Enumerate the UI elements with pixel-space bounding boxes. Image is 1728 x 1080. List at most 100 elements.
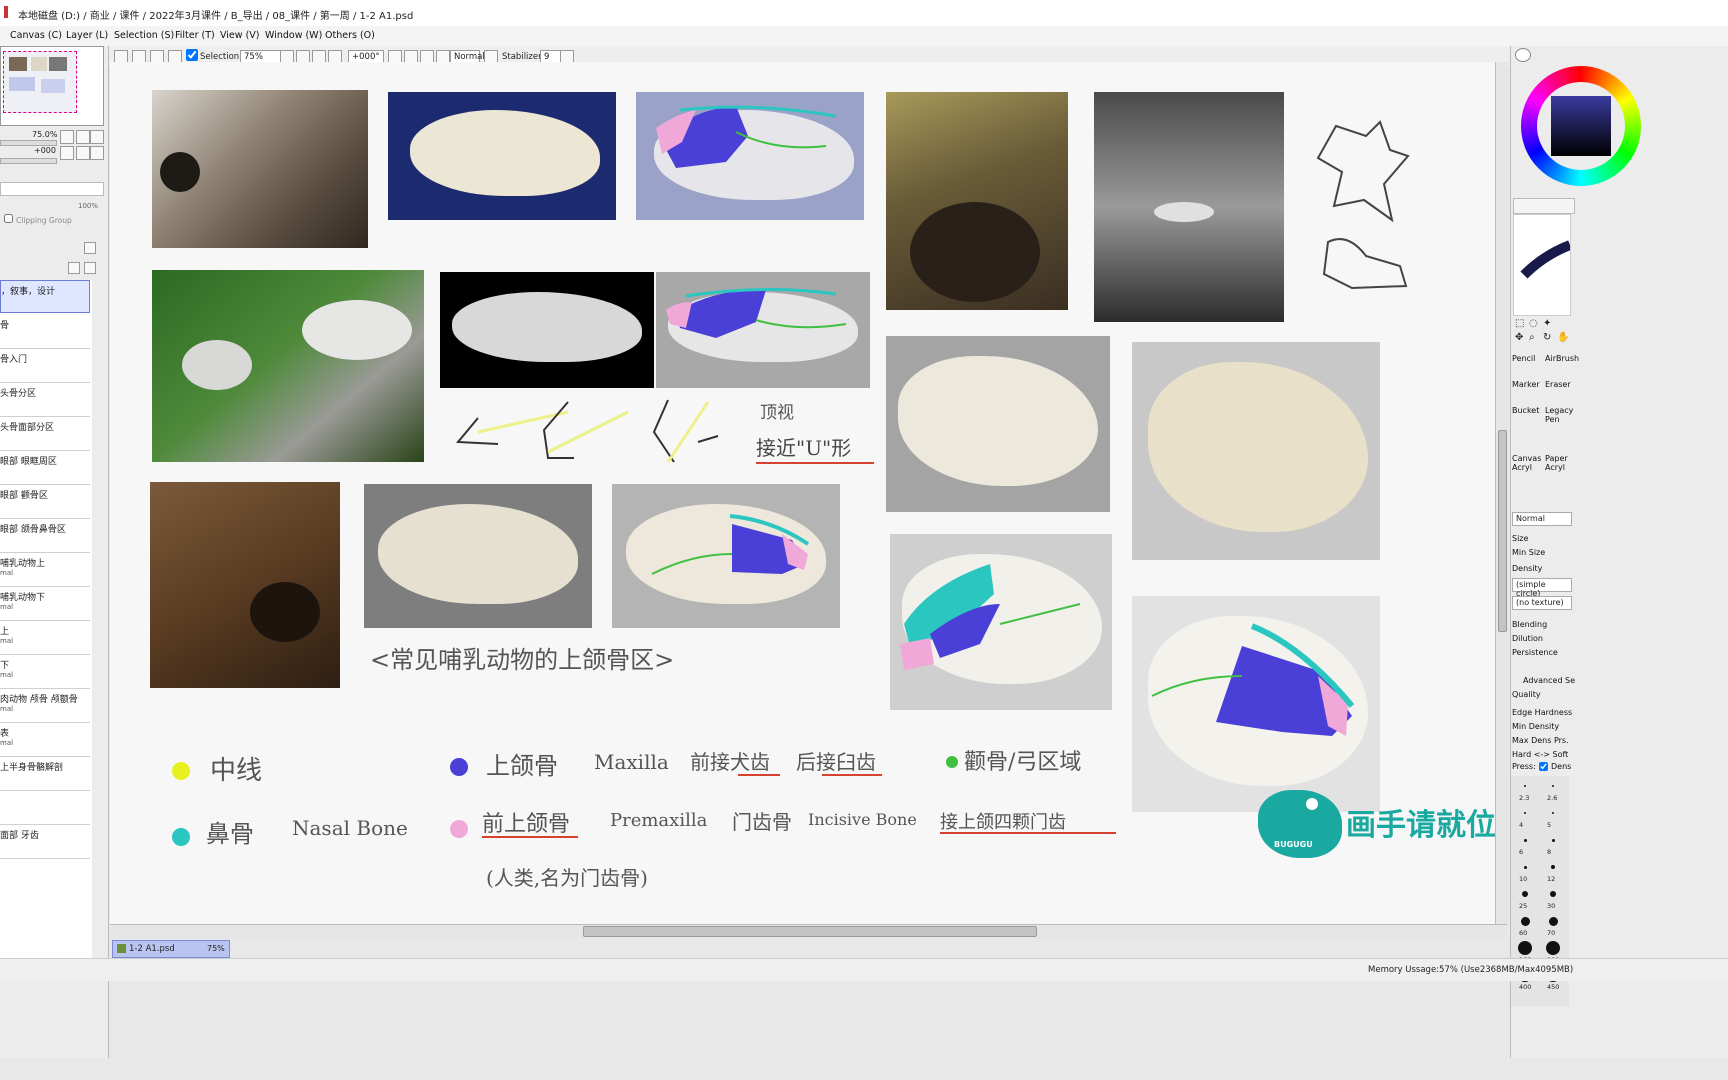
press-density-checkbox[interactable]	[1539, 762, 1548, 771]
menu-view[interactable]: View (V)	[220, 30, 259, 41]
layer-row[interactable]: 哺乳动物下 mal	[0, 587, 90, 621]
blend-mode-select[interactable]: Normal	[1512, 512, 1572, 526]
navigator-thumbnail[interactable]	[0, 46, 104, 126]
hand-icon[interactable]: ✋	[1557, 332, 1569, 343]
logo-text: 画手请就位	[1346, 808, 1496, 843]
menu-canvas[interactable]: Canvas (C)	[10, 30, 62, 41]
layer-list: ，叙事，设计 骨 骨入门 头骨分区 头骨面部分区 眼部 眼眶周区 眼部 颧骨区 …	[0, 280, 92, 960]
nav-zoom-reset-button[interactable]	[90, 130, 104, 144]
canvas[interactable]: 顶视 接近"U"形 <常见哺乳动物的上颌骨区> 中线 上颌骨 Maxilla 前…	[110, 62, 1505, 924]
color-wheel-tab-icon[interactable]	[1515, 48, 1531, 62]
wand-icon[interactable]: ✦	[1543, 318, 1551, 329]
thumb-photo	[9, 57, 27, 71]
edge-hardness-label: Edge Hardness	[1512, 708, 1573, 717]
menu-filter[interactable]: Filter (T)	[175, 30, 215, 41]
nav-rotate-left-button[interactable]	[60, 146, 74, 160]
nav-rotate-right-button[interactable]	[76, 146, 90, 160]
legend-maxilla-cn: 上颌骨	[486, 752, 558, 780]
layer-row[interactable]: 表 mal	[0, 723, 90, 757]
brush-size-label: 25	[1519, 902, 1528, 910]
zoom-icon[interactable]: ⌕	[1529, 332, 1535, 343]
selection-checkbox[interactable]	[186, 49, 198, 61]
brush-size-preset[interactable]: 12	[1539, 857, 1567, 884]
nav-zoom-out-button[interactable]	[60, 130, 74, 144]
new-folder-button[interactable]	[68, 262, 80, 274]
menu-window[interactable]: Window (W)	[265, 30, 322, 41]
clipping-group-checkbox[interactable]	[4, 214, 13, 223]
brush-size-preset[interactable]: 8	[1539, 830, 1567, 857]
tool-marker[interactable]: Marker	[1512, 380, 1540, 389]
tool-airbrush[interactable]: AirBrush	[1545, 354, 1579, 363]
layer-row[interactable]: 眼部 颌骨鼻骨区	[0, 519, 90, 553]
quality-label: Quality	[1512, 690, 1541, 699]
layer-row[interactable]: 眼部 眼眶周区	[0, 451, 90, 485]
wolf-skull-annotated	[1132, 596, 1380, 812]
move-icon[interactable]: ✥	[1515, 332, 1523, 343]
rotate-icon[interactable]: ↻	[1543, 332, 1551, 343]
brush-size-label: 2.3	[1519, 794, 1530, 802]
layer-mode-select[interactable]	[0, 182, 104, 196]
brush-texture-select[interactable]: (no texture)	[1512, 596, 1572, 610]
tool-canvas-acryl[interactable]: Canvas Acryl	[1512, 454, 1541, 472]
opossum-photo	[152, 270, 424, 462]
tool-icons-row: ⬚ ◌ ✦ ✥ ⌕ ↻ ✋	[1515, 318, 1571, 354]
navigator-angle: +000	[34, 146, 56, 155]
layer-row[interactable]: 肉动物 颅骨 颅额骨 mal	[0, 689, 90, 723]
vertical-scroll-thumb[interactable]	[1498, 430, 1507, 632]
document-tab[interactable]: 1-2 A1.psd 75%	[112, 940, 230, 958]
layer-row[interactable]: 眼部 颧骨区	[0, 485, 90, 519]
layer-row[interactable]: 上半身骨骼解剖	[0, 757, 90, 791]
delete-layer-button[interactable]	[84, 262, 96, 274]
nav-rotate-reset-button[interactable]	[90, 146, 104, 160]
brush-shape-select[interactable]: (simple circle)	[1512, 578, 1572, 598]
horizontal-scroll-thumb[interactable]	[583, 926, 1037, 937]
legend-zygomatic: 颧骨/弓区域	[964, 750, 1082, 775]
layer-row[interactable]: 骨	[0, 315, 90, 349]
menu-selection[interactable]: Selection (S)	[114, 30, 174, 41]
logo-brand: BUGUGU	[1274, 840, 1313, 849]
brush-size-preset[interactable]: 70	[1539, 911, 1567, 938]
brush-size-preset[interactable]: 2.6	[1539, 776, 1567, 803]
tool-paper-acryl[interactable]: Paper Acryl	[1545, 454, 1571, 472]
layer-row[interactable]: 头骨面部分区	[0, 417, 90, 451]
advanced-settings-label[interactable]: Advanced Se	[1523, 676, 1575, 685]
layer-row[interactable]	[0, 791, 90, 825]
tool-bucket[interactable]: Bucket	[1512, 406, 1539, 415]
brush-size-preset[interactable]: 60	[1511, 911, 1539, 938]
brush-size-preset[interactable]: 4	[1511, 803, 1539, 830]
angle-slider[interactable]	[0, 158, 57, 164]
underline	[738, 774, 780, 776]
tool-legacy-pen[interactable]: Legacy Pen	[1545, 406, 1573, 424]
menu-others[interactable]: Others (O)	[325, 30, 375, 41]
brush-size-label: 6	[1519, 848, 1524, 856]
tool-pencil[interactable]: Pencil	[1512, 354, 1535, 363]
brush-size-preset[interactable]: 30	[1539, 884, 1567, 911]
brush-size-preset[interactable]: 25	[1511, 884, 1539, 911]
tool-eraser[interactable]: Eraser	[1545, 380, 1571, 389]
title-bar: 本地磁盘 (D:) / 商业 / 课件 / 2022年3月课件 / B_导出 /…	[0, 0, 1728, 27]
bear-skull-annotated	[612, 484, 840, 628]
layer-row[interactable]: 头骨分区	[0, 383, 90, 417]
brush-size-preset[interactable]: 10	[1511, 857, 1539, 884]
layer-row[interactable]: 上 mal	[0, 621, 90, 655]
legend-dot-nasal	[172, 828, 190, 846]
brush-size-preset[interactable]: 6	[1511, 830, 1539, 857]
layer-row[interactable]: ，叙事，设计	[0, 280, 90, 313]
layer-row[interactable]: 下 mal	[0, 655, 90, 689]
rect-select-icon[interactable]: ⬚	[1515, 318, 1524, 329]
new-layer-button[interactable]	[84, 242, 96, 254]
color-tools-row[interactable]	[1513, 198, 1575, 214]
skull-annotated-blue	[636, 92, 864, 220]
layer-row[interactable]: 面部 牙齿	[0, 825, 90, 859]
nav-zoom-in-button[interactable]	[76, 130, 90, 144]
lasso-icon[interactable]: ◌	[1529, 318, 1538, 329]
layer-row[interactable]: 骨入门	[0, 349, 90, 383]
color-wheel[interactable]	[1521, 66, 1641, 186]
menu-layer[interactable]: Layer (L)	[66, 30, 108, 41]
brush-size-preset[interactable]: 2.3	[1511, 776, 1539, 803]
layer-row[interactable]: 哺乳动物上 mal	[0, 553, 90, 587]
brush-size-preset[interactable]: 5	[1539, 803, 1567, 830]
skull-annotated-gray	[656, 272, 870, 388]
opacity-value: 100%	[78, 202, 99, 210]
brush-size-dot	[1523, 865, 1527, 869]
